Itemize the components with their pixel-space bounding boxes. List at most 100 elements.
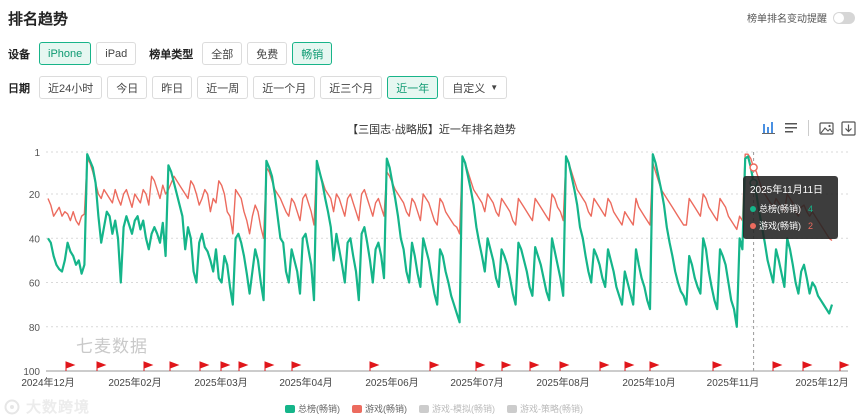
x-tick-label: 2025年06月 (365, 376, 418, 389)
device-chip-iphone[interactable]: iPhone (39, 42, 92, 65)
toggle-switch[interactable] (833, 11, 855, 24)
x-tick-label: 2025年02月 (108, 376, 161, 389)
rank-alert-label: 榜单排名变动提醒 (747, 14, 827, 25)
legend-swatch (419, 404, 429, 413)
chart-title: 【三国志·战略版】近一年排名趋势 (347, 124, 516, 136)
y-tick-label: 100 (23, 367, 40, 378)
y-tick-label: 1 (34, 148, 40, 159)
y-tick-label: 40 (29, 234, 41, 245)
flag-marker (264, 361, 275, 371)
flag-marker (624, 361, 635, 371)
flag-marker (839, 361, 850, 371)
page-title: 排名趋势 (8, 11, 69, 28)
x-tick-label: 2024年12月 (21, 376, 74, 389)
custom-label: 自定义 (452, 82, 486, 95)
toggle-knob (834, 12, 844, 23)
legend-swatch (285, 404, 295, 413)
toolbar-divider (808, 120, 809, 136)
date-chip-today[interactable]: 今日 (107, 76, 148, 99)
legend-label: 游戏-策略(畅销) (520, 404, 583, 414)
date-chip-yesterday[interactable]: 昨日 (152, 76, 193, 99)
device-label: 设备 (8, 48, 30, 61)
rank-trend-chart[interactable]: 1 20 40 60 80 1002024年12月 2025年02月 2025年03月 2025… (0, 140, 863, 402)
x-tick-label: 2025年08月 (536, 376, 589, 389)
legend-swatch (352, 404, 362, 413)
chevron-down-icon: ▼ (490, 83, 499, 92)
x-tick-label: 2025年03月 (194, 376, 247, 389)
flag-marker (772, 361, 783, 371)
flag-marker (199, 361, 210, 371)
y-tick-label: 60 (29, 279, 41, 290)
hover-point-game (749, 163, 758, 172)
date-chip-3months[interactable]: 近三个月 (320, 76, 383, 99)
flag-marker (599, 361, 610, 371)
series-line-total (47, 153, 834, 328)
flag-marker (649, 361, 660, 371)
flag-marker (169, 361, 180, 371)
flag-marker (712, 361, 723, 371)
y-tick-label: 20 (29, 190, 41, 201)
device-filter-row: 设备 iPhone iPad 榜单类型 全部 免费 畅销 (8, 42, 333, 65)
tooltip-row-game: 游戏(畅销) 2 (750, 219, 831, 232)
flag-marker (501, 361, 512, 371)
legend-item-total[interactable]: 总榜(畅销) (285, 402, 340, 415)
flag-marker (802, 361, 813, 371)
tooltip-dot-game (750, 222, 756, 229)
flag-marker (143, 361, 154, 371)
date-chip-24h[interactable]: 近24小时 (39, 76, 103, 99)
tooltip-value-total: 4 (808, 203, 814, 214)
date-chip-week[interactable]: 近一周 (197, 76, 249, 99)
flag-marker (559, 361, 570, 371)
list-type-chip-all[interactable]: 全部 (202, 42, 243, 65)
rank-alert-toggle[interactable]: 榜单排名变动提醒 (747, 10, 855, 25)
legend-label: 游戏(畅销) (365, 404, 407, 414)
list-type-chip-free[interactable]: 免费 (247, 42, 288, 65)
flag-marker (238, 361, 249, 371)
flag-marker (529, 361, 540, 371)
flag-marker (96, 361, 107, 371)
legend-item-game-sim[interactable]: 游戏-模拟(畅销) (419, 402, 495, 415)
date-custom-dropdown[interactable]: 自定义 ▼ (443, 76, 508, 99)
legend-swatch (507, 404, 517, 413)
legend-item-game[interactable]: 游戏(畅销) (352, 402, 407, 415)
x-tick-label: 2025年10月 (622, 376, 675, 389)
x-tick-label: 2025年12月 (795, 376, 848, 389)
x-tick-label: 2025年04月 (279, 376, 332, 389)
tooltip-value-game: 2 (808, 220, 814, 231)
legend-item-game-strategy[interactable]: 游戏-策略(畅销) (507, 402, 583, 415)
list-view-icon[interactable] (782, 119, 800, 137)
flag-marker (65, 361, 76, 371)
tooltip-row-total: 总榜(畅销) 4 (750, 202, 831, 215)
flag-marker (369, 361, 380, 371)
y-tick-label: 80 (29, 323, 41, 334)
chart-legend: 总榜(畅销) 游戏(畅销) 游戏-模拟(畅销) 游戏-策略(畅销) (285, 402, 583, 415)
flag-marker (291, 361, 302, 371)
legend-label: 游戏-模拟(畅销) (432, 404, 495, 414)
tooltip-date: 2025年11月11日 (750, 185, 824, 196)
flag-marker (220, 361, 231, 371)
date-chip-year[interactable]: 近一年 (387, 76, 439, 99)
flag-marker (475, 361, 486, 371)
chart-toolbar (760, 119, 857, 137)
corner-logo-text: 大数跨境 (26, 399, 91, 416)
bar-view-icon[interactable] (760, 119, 778, 137)
tooltip-dot-total (750, 205, 756, 212)
export-icon[interactable] (839, 119, 857, 137)
image-download-icon[interactable] (817, 119, 835, 137)
date-filter-row: 日期 近24小时 今日 昨日 近一周 近一个月 近三个月 近一年 自定义 ▼ (8, 76, 508, 99)
watermark: 七麦数据 (76, 337, 148, 356)
list-type-chip-grossing[interactable]: 畅销 (292, 42, 333, 65)
date-label: 日期 (8, 82, 30, 95)
legend-label: 总榜(畅销) (298, 404, 340, 414)
list-type-label: 榜单类型 (149, 48, 194, 61)
logo-icon (4, 399, 20, 414)
tooltip-name-game: 游戏(畅销) (759, 221, 801, 231)
device-chip-ipad[interactable]: iPad (96, 42, 137, 65)
x-tick-label: 2025年07月 (450, 376, 503, 389)
tooltip-name-total: 总榜(畅销) (759, 204, 801, 214)
flag-marker (429, 361, 440, 371)
date-chip-month[interactable]: 近一个月 (253, 76, 316, 99)
chart-tooltip: 2025年11月11日 总榜(畅销) 4 游戏(畅销) 2 (743, 176, 838, 239)
corner-logo: 大数跨境 (4, 396, 90, 417)
x-tick-label: 2025年11月 (707, 376, 760, 389)
